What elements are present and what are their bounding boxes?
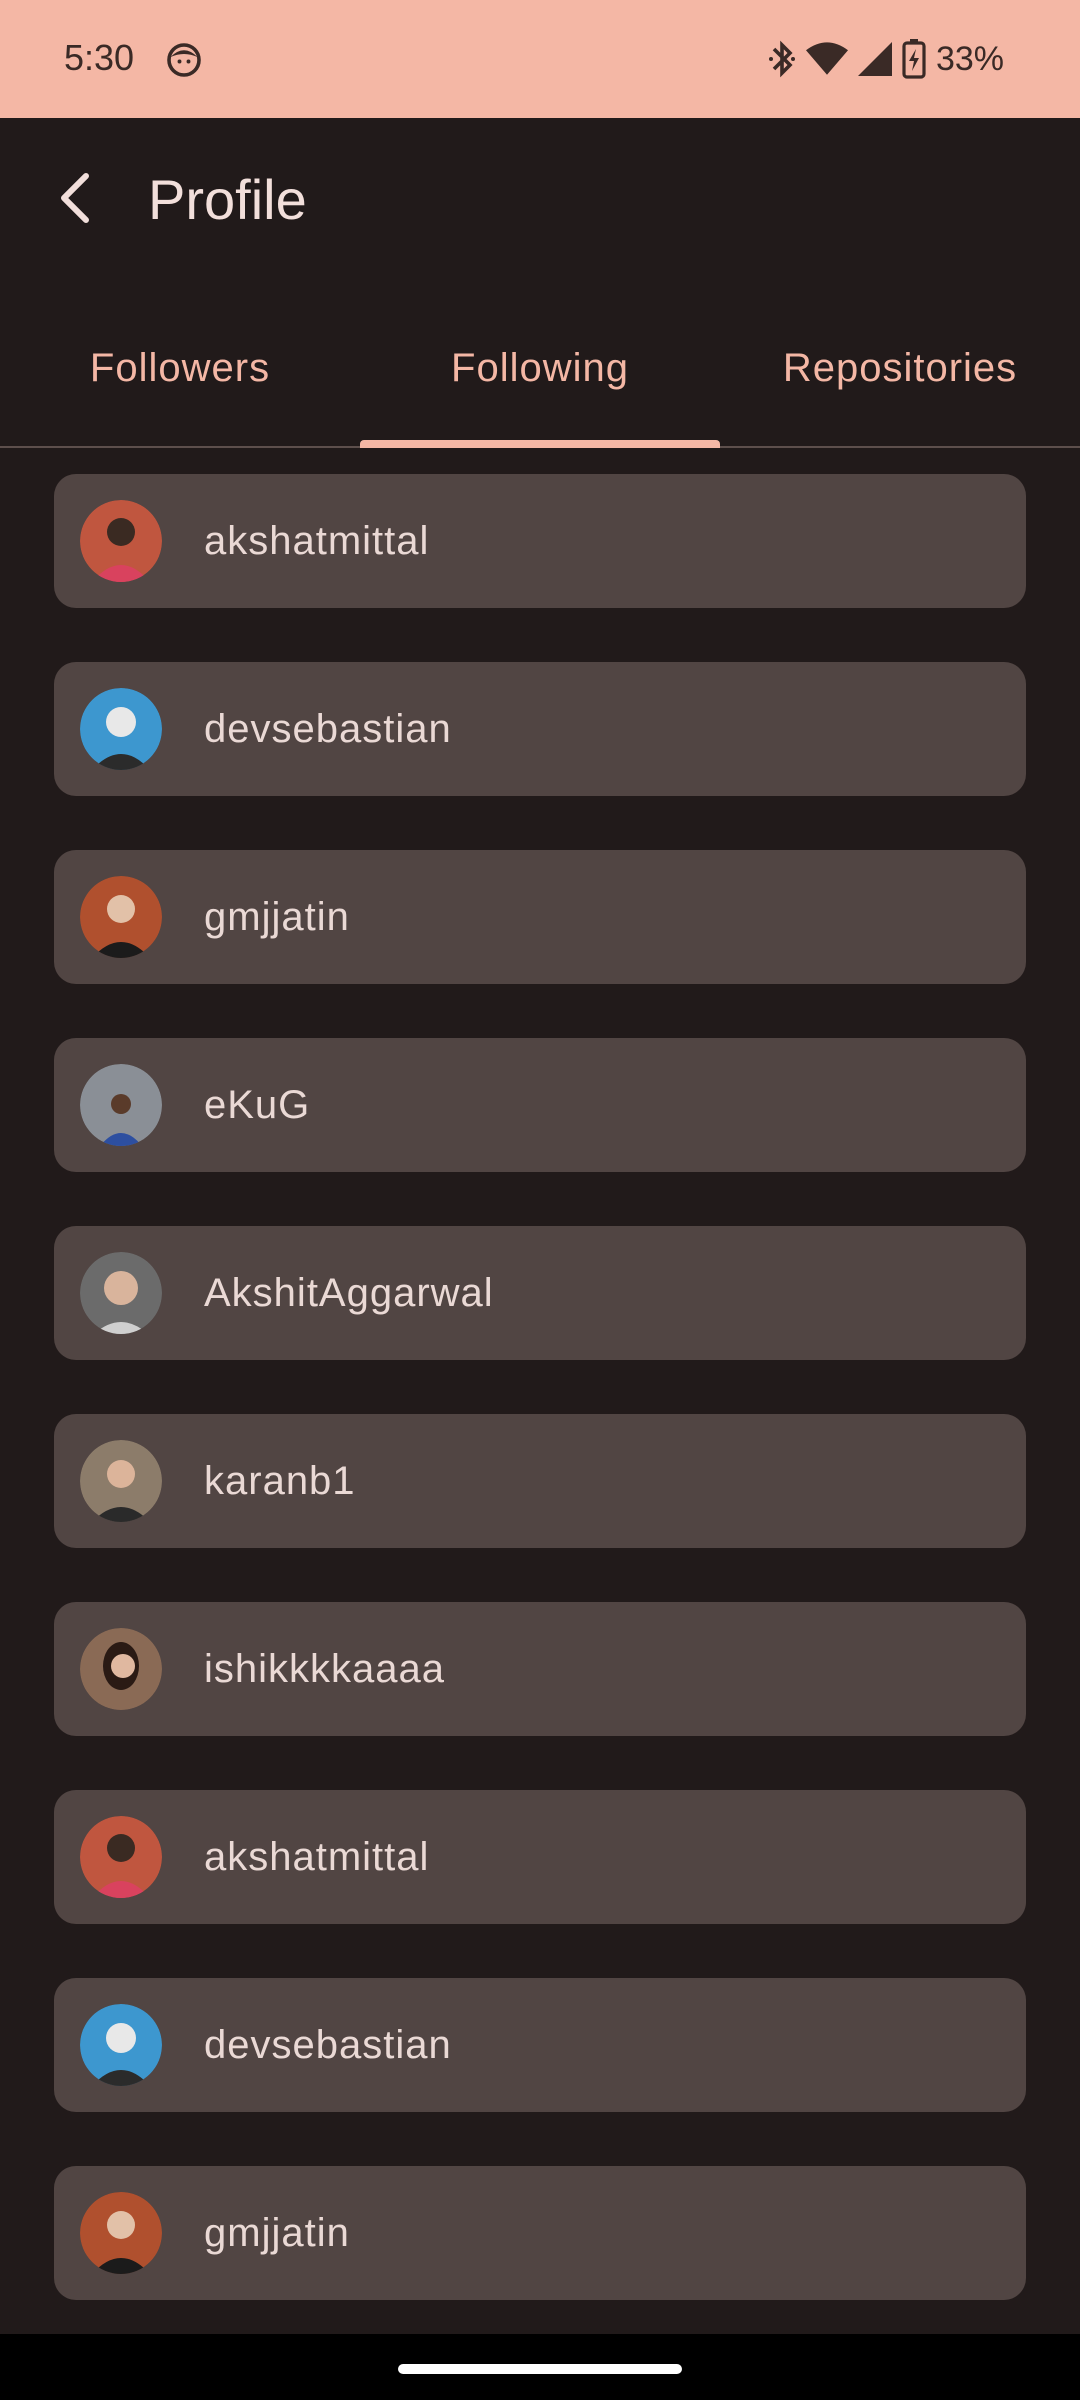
list-item[interactable]: AkshitAggarwal [54,1226,1026,1360]
navigation-bar [0,2334,1080,2400]
username: akshatmittal [204,1835,430,1879]
bluetooth-icon [768,40,795,78]
avatar [80,1440,162,1522]
wifi-icon [805,42,848,75]
username: eKuG [204,1083,311,1127]
battery-percent: 33% [935,40,1004,78]
following-list[interactable]: akshatmittal devsebastian gmjjatin eKuG … [0,474,1080,2334]
avatar [80,876,162,958]
list-item[interactable]: devsebastian [54,1978,1026,2112]
list-item[interactable]: gmjjatin [54,2166,1026,2300]
avatar [80,1064,162,1146]
list-item[interactable]: akshatmittal [54,1790,1026,1924]
home-gesture-handle[interactable] [398,2364,682,2374]
list-item[interactable]: ishikkkkaaaa [54,1602,1026,1736]
list-item[interactable]: eKuG [54,1038,1026,1172]
face-icon [167,43,201,77]
avatar [80,2004,162,2086]
username: karanb1 [204,1459,356,1503]
avatar [80,500,162,582]
page-title: Profile [148,168,307,231]
list-item[interactable]: gmjjatin [54,850,1026,984]
back-arrow-icon [61,173,89,223]
username: gmjjatin [204,895,350,939]
signal-icon [857,42,892,76]
avatar [80,688,162,770]
list-item[interactable]: karanb1 [54,1414,1026,1548]
username: devsebastian [204,2023,452,2067]
status-bar: 5:30 33% [0,0,1080,118]
list-item[interactable]: akshatmittal [54,474,1026,608]
back-button[interactable] [48,158,104,238]
avatar [80,1628,162,1710]
avatar [80,1252,162,1334]
username: ishikkkkaaaa [204,1647,446,1691]
status-icons: 33% [768,34,1004,84]
tab-followers[interactable]: Followers [0,290,360,446]
status-time: 5:30 [64,37,135,78]
tab-label: Followers [89,345,271,390]
username: gmjjatin [204,2211,350,2255]
battery-charging-icon [902,39,926,79]
tab-label: Repositories [782,345,1018,390]
username: devsebastian [204,707,452,751]
avatar [80,1816,162,1898]
tab-bar: Followers Following Repositories [0,290,1080,448]
avatar [80,2192,162,2274]
list-item[interactable]: devsebastian [54,662,1026,796]
tab-following[interactable]: Following [360,290,720,448]
tab-repositories[interactable]: Repositories [720,290,1080,446]
app-bar: Profile [0,118,1080,290]
tab-indicator [360,440,720,448]
username: akshatmittal [204,519,430,563]
username: AkshitAggarwal [204,1271,494,1315]
tab-label: Following [451,345,629,390]
